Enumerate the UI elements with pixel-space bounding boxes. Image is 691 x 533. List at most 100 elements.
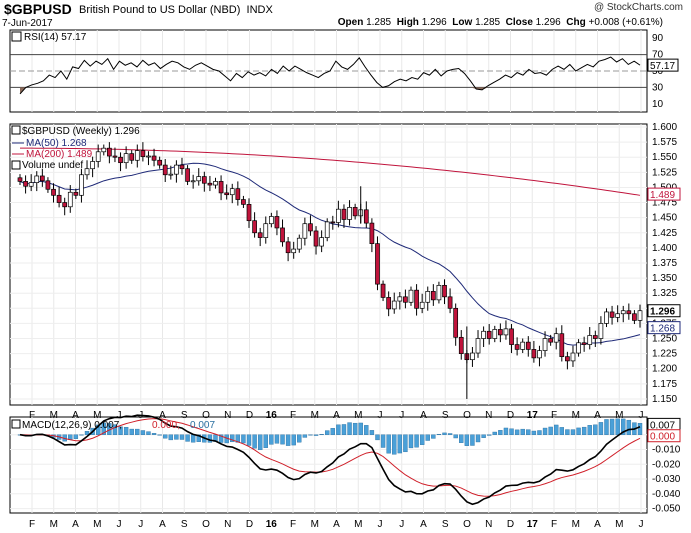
candle-body	[207, 182, 213, 186]
macd-hist-bar	[425, 434, 430, 441]
candle-body	[336, 208, 341, 223]
macd-hist-bar	[174, 434, 179, 440]
macd-tick-label: -0.020	[652, 459, 681, 470]
candle-body	[347, 207, 352, 220]
x-tick-label-price: A	[420, 410, 427, 421]
candle-body	[168, 173, 174, 176]
macd-hist-bar	[565, 429, 570, 435]
candle-body	[107, 147, 112, 157]
x-tick-label-price: D	[246, 410, 253, 421]
rsi-tick-label: 30	[652, 82, 664, 93]
macd-hist-bar	[358, 422, 363, 435]
x-tick-label-price: 16	[266, 410, 278, 421]
macd-hist-bar	[269, 434, 274, 445]
rsi-value-badge-text: 57.17	[650, 61, 675, 72]
candle-body	[34, 175, 40, 183]
candle-body	[140, 150, 146, 157]
macd-hist-bar	[168, 434, 174, 441]
x-tick-label-price: F	[29, 410, 35, 421]
rsi-title: RSI(14) 57.17	[24, 32, 87, 43]
macd-hist-bar	[492, 431, 497, 435]
x-tick-label-macd: A	[333, 519, 340, 530]
x-tick-label-price: M	[354, 410, 362, 421]
candle-body	[587, 335, 593, 345]
macd-hist-bar	[392, 434, 397, 455]
macd-hist-bar	[559, 427, 565, 435]
x-tick-label-macd: A	[594, 519, 601, 530]
macd-hist-bar	[151, 433, 157, 435]
macd-hist-bar	[274, 434, 280, 444]
macd-hist-bar	[308, 434, 313, 436]
candle-body	[146, 155, 151, 158]
macd-hist-bar	[470, 434, 475, 446]
x-tick-label-price: M	[311, 410, 319, 421]
macd-hist-bar	[280, 434, 285, 445]
macd-hist-bar	[542, 427, 548, 435]
x-tick-label-macd: M	[572, 519, 580, 530]
macd-hist-bar	[386, 434, 391, 454]
price-tick-label: 1.350	[652, 273, 677, 284]
x-tick-label-price: N	[485, 410, 492, 421]
candle-body	[190, 180, 196, 183]
price-tick-label: 1.225	[652, 349, 677, 360]
macd-hist-bar	[325, 430, 330, 435]
candle-body	[45, 180, 51, 190]
volume-legend-box	[11, 160, 21, 170]
price-tick-label: 1.400	[652, 243, 677, 254]
candle-body	[62, 202, 68, 208]
x-tick-label-price: O	[202, 410, 210, 421]
macd-hist-bar	[302, 434, 308, 438]
macd-hist-bar	[554, 424, 559, 435]
x-tick-label-macd: F	[290, 519, 296, 530]
price-tick-label: 1.150	[652, 394, 677, 405]
macd-hist-bar	[486, 434, 492, 436]
candle-body	[615, 313, 621, 318]
candle-body	[397, 296, 403, 302]
stock-chart: 907050301057.17RSI(14) 57.17 1.6001.5751…	[9, 29, 681, 530]
x-tick-label-macd: A	[420, 519, 427, 530]
macd-tick-label: -0.050	[652, 504, 681, 515]
candle-body	[17, 177, 23, 182]
candle-body	[419, 301, 425, 309]
macd-hist-bar	[481, 434, 486, 438]
candle-body	[380, 283, 386, 298]
candle-body	[352, 207, 358, 217]
x-tick-label-macd: M	[50, 519, 58, 530]
candle-body	[391, 300, 397, 310]
candle-body	[458, 336, 464, 354]
candle-body	[246, 204, 252, 222]
candle-body	[269, 216, 274, 225]
macd-hist-bar	[464, 434, 470, 446]
candle-body	[520, 341, 526, 350]
candle-body	[90, 161, 95, 170]
macd-hist-bar	[453, 434, 458, 439]
candle-body	[425, 291, 431, 303]
price-tick-label: 1.550	[652, 152, 677, 163]
candle-body	[514, 344, 520, 350]
macd-tick-label: -0.040	[652, 489, 681, 500]
x-tick-label-price: F	[290, 410, 296, 421]
candle-body	[403, 296, 408, 303]
x-tick-label-macd: 16	[266, 519, 278, 530]
candle-body	[285, 241, 291, 254]
x-tick-label-price: J	[378, 410, 383, 421]
macd-hist-bar	[297, 434, 302, 443]
macd-hist-bar	[520, 428, 525, 435]
x-tick-label-macd: S	[181, 519, 188, 530]
candle-body	[548, 338, 553, 343]
candle-body	[302, 223, 308, 239]
x-tick-label-macd: N	[485, 519, 492, 530]
candle-body	[447, 296, 453, 309]
candle-body	[604, 311, 609, 324]
x-tick-label-price: A	[72, 410, 79, 421]
rsi-tick-label: 10	[652, 99, 664, 110]
candle-body	[252, 220, 257, 234]
candle-body	[308, 223, 313, 232]
macd-hist-bar	[146, 431, 151, 435]
macd-hist-bar	[503, 427, 509, 435]
candle-body	[84, 168, 90, 176]
x-tick-label-macd: M	[354, 519, 362, 530]
macd-hist-bar	[123, 427, 129, 435]
macd-hist-bar	[514, 429, 520, 435]
macd-hist-bar	[68, 434, 73, 440]
